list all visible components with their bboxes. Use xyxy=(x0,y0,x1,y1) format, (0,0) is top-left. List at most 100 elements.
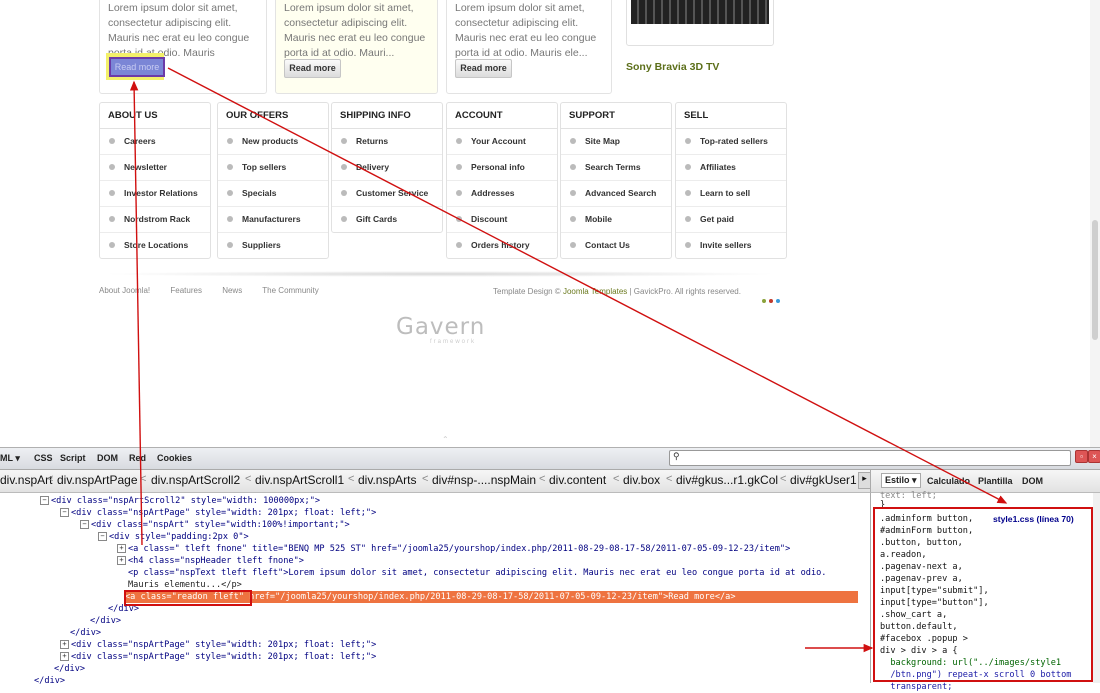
breadcrumb-item[interactable]: div.nspArtScroll2 xyxy=(151,473,240,487)
copyright-link[interactable]: Joomla Templates xyxy=(563,287,627,296)
footer-link[interactable]: Specials xyxy=(218,181,328,207)
footer-nav-link[interactable]: Features xyxy=(170,286,202,295)
css-property[interactable]: background: url("../images/style1 xyxy=(880,657,1061,669)
css-property-value[interactable]: /btn.png") repeat-x scroll 0 bottom xyxy=(880,669,1071,681)
tab-script[interactable]: Script xyxy=(60,453,86,463)
firebug-toolbar: ML ▾ CSS Script DOM Red Cookies ⚲ ▫ × xyxy=(0,448,1100,470)
footer-link[interactable]: Invite sellers xyxy=(676,233,786,258)
footer-link[interactable]: Affiliates xyxy=(676,155,786,181)
footer-nav-link[interactable]: The Community xyxy=(262,286,318,295)
breadcrumb-item[interactable]: div.nspArt xyxy=(0,473,52,487)
footer-link[interactable]: Personal info xyxy=(447,155,557,181)
expand-toggle-icon[interactable]: + xyxy=(117,544,126,553)
tab-net[interactable]: Red xyxy=(129,453,146,463)
tab-computed[interactable]: Calculado xyxy=(927,476,970,486)
expand-toggle-icon[interactable]: + xyxy=(60,652,69,661)
tree-node[interactable]: + <div class="nspArtPage" style="width: 2… xyxy=(60,639,376,651)
footer-link[interactable]: Suppliers xyxy=(218,233,328,258)
footer-link[interactable]: Top-rated sellers xyxy=(676,129,786,155)
breadcrumb-item[interactable]: div#gkUser1 xyxy=(790,473,857,487)
scroll-up-icon[interactable]: ⌃ xyxy=(442,435,449,444)
tree-node[interactable]: + <a class=" tleft fnone" title="BENQ MP … xyxy=(117,543,790,555)
tree-node[interactable]: + <h4 class="nspHeader tleft fnone"> xyxy=(117,555,304,567)
tab-side-dom[interactable]: DOM xyxy=(1022,476,1043,486)
column-title: SUPPORT xyxy=(561,103,671,129)
footer-nav-link[interactable]: About Joomla! xyxy=(99,286,150,295)
footer-link[interactable]: Get paid xyxy=(676,207,786,233)
collapse-toggle-icon[interactable]: − xyxy=(40,496,49,505)
tree-node[interactable]: + <div class="nspArtPage" style="width: 2… xyxy=(60,651,376,663)
annotation-box-class xyxy=(124,590,252,606)
column-title: ACCOUNT xyxy=(447,103,557,129)
footer-link[interactable]: Contact Us xyxy=(561,233,671,258)
breadcrumb-scroll-right-icon[interactable]: ▸ xyxy=(858,472,870,489)
footer-link[interactable]: Delivery xyxy=(332,155,442,181)
tree-node[interactable]: − <div class="nspArtPage" style="width: 2… xyxy=(60,507,376,519)
footer-link[interactable]: Discount xyxy=(447,207,557,233)
footer-link[interactable]: Learn to sell xyxy=(676,181,786,207)
footer-link[interactable]: Top sellers xyxy=(218,155,328,181)
breadcrumb-item[interactable]: div.box xyxy=(623,473,660,487)
breadcrumb-item[interactable]: div#gkus...r1.gkCol xyxy=(676,473,778,487)
footer-link[interactable]: Nordstrom Rack xyxy=(100,207,210,233)
breadcrumb-item[interactable]: div.nspArtScroll1 xyxy=(255,473,344,487)
web-page: Lorem ipsum dolor sit amet, consectetur … xyxy=(0,0,1100,447)
style-dot-green[interactable] xyxy=(762,299,766,303)
css-source-link[interactable]: style1.css (línea 70) xyxy=(993,513,1074,525)
footer-link[interactable]: Store Locations xyxy=(100,233,210,258)
breadcrumb-item[interactable]: div.nspArts xyxy=(358,473,416,487)
column-title: ABOUT US xyxy=(100,103,210,129)
collapse-toggle-icon[interactable]: − xyxy=(60,508,69,517)
tree-node[interactable]: − <div class="nspArtScroll2" style="width… xyxy=(40,495,320,507)
collapse-toggle-icon[interactable]: − xyxy=(98,532,107,541)
expand-toggle-icon[interactable]: + xyxy=(60,640,69,649)
tree-node[interactable]: − <div class="nspArt" style="width:100%!i… xyxy=(80,519,350,531)
tab-html[interactable]: ML ▾ xyxy=(0,453,20,464)
product-card: Sony Bravia 3D TV xyxy=(614,0,784,84)
css-property-value[interactable]: transparent; xyxy=(880,681,952,693)
footer-link[interactable]: Mobile xyxy=(561,207,671,233)
footer-link[interactable]: Site Map xyxy=(561,129,671,155)
product-title[interactable]: Sony Bravia 3D TV xyxy=(626,61,719,73)
gavern-logo: Gavern xyxy=(396,314,486,340)
page-scrollbar-thumb[interactable] xyxy=(1092,220,1098,340)
css-panel-scrollbar[interactable] xyxy=(1093,493,1100,683)
footer-link[interactable]: Returns xyxy=(332,129,442,155)
detach-icon[interactable]: ▫ xyxy=(1075,450,1088,463)
footer-link[interactable]: Careers xyxy=(100,129,210,155)
page-scrollbar[interactable] xyxy=(1090,0,1100,447)
tab-cookies[interactable]: Cookies xyxy=(157,453,192,463)
collapse-toggle-icon[interactable]: − xyxy=(80,520,89,529)
tab-dom[interactable]: DOM xyxy=(97,453,118,463)
tree-node[interactable]: − <div style="padding:2px 0"> xyxy=(98,531,249,543)
footer-link[interactable]: New products xyxy=(218,129,328,155)
article-text-3: Lorem ipsum dolor sit amet, consectetur … xyxy=(455,2,597,59)
close-icon[interactable]: × xyxy=(1088,450,1100,463)
footer-link[interactable]: Orders history xyxy=(447,233,557,258)
read-more-button-3[interactable]: Read more xyxy=(455,59,512,78)
footer-nav-link[interactable]: News xyxy=(222,286,242,295)
breadcrumb-item[interactable]: div.nspArtPage xyxy=(57,473,138,487)
footer-link[interactable]: Customer Service xyxy=(332,181,442,207)
read-more-button-2[interactable]: Read more xyxy=(284,59,341,78)
breadcrumb-item[interactable]: div#nsp-....nspMain xyxy=(432,473,536,487)
footer-link[interactable]: Addresses xyxy=(447,181,557,207)
footer-link[interactable]: Search Terms xyxy=(561,155,671,181)
footer-link[interactable]: Advanced Search xyxy=(561,181,671,207)
firebug-search-input[interactable]: ⚲ xyxy=(669,450,1071,466)
style-dot-blue[interactable] xyxy=(776,299,780,303)
footer-link[interactable]: Newsletter xyxy=(100,155,210,181)
read-more-button-1[interactable]: Read more xyxy=(109,57,165,77)
footer-link[interactable]: Investor Relations xyxy=(100,181,210,207)
tab-css[interactable]: CSS xyxy=(34,453,53,463)
footer-link[interactable]: Your Account xyxy=(447,129,557,155)
product-image[interactable] xyxy=(626,0,774,46)
footer-link[interactable]: Manufacturers xyxy=(218,207,328,233)
footer-link[interactable]: Gift Cards xyxy=(332,207,442,232)
tab-layout[interactable]: Plantilla xyxy=(978,476,1013,486)
tab-style[interactable]: Estilo ▾ xyxy=(881,473,921,488)
breadcrumb-item[interactable]: div.content xyxy=(549,473,606,487)
expand-toggle-icon[interactable]: + xyxy=(117,556,126,565)
style-dot-red[interactable] xyxy=(769,299,773,303)
tree-node[interactable]: <p class="nspText tleft fleft">Lorem ips… xyxy=(128,567,826,579)
